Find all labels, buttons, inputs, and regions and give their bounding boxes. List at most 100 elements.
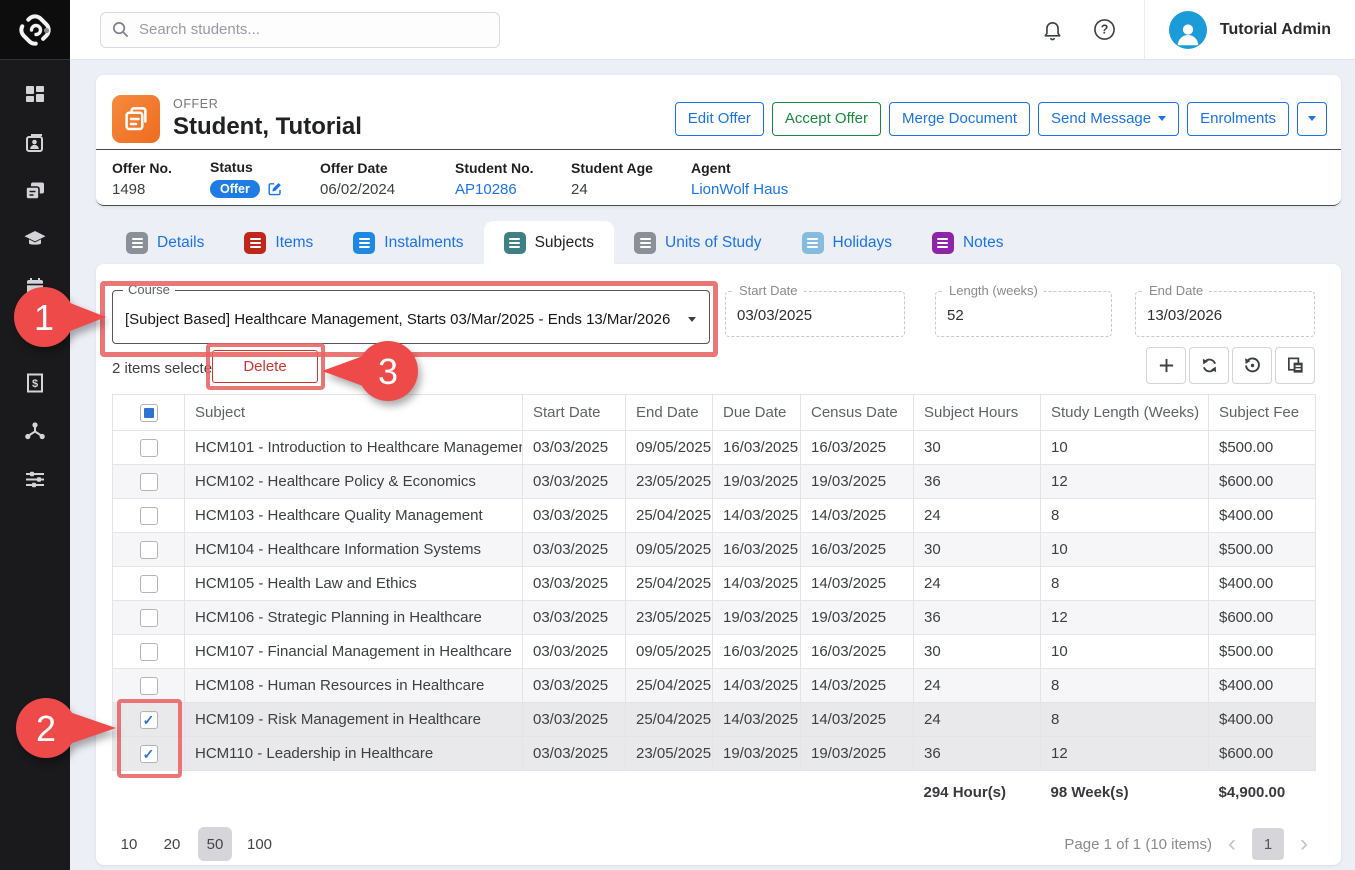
prev-page-button[interactable]: ‹: [1225, 832, 1239, 856]
row-checkbox[interactable]: [140, 473, 158, 491]
search-input[interactable]: [100, 12, 500, 48]
row-checkbox[interactable]: [140, 541, 158, 559]
row-checkbox[interactable]: [140, 711, 158, 729]
subject-cell: HCM108 - Human Resources in Healthcare: [185, 669, 523, 703]
column-header-end-date[interactable]: End Date: [626, 395, 713, 431]
row-checkbox[interactable]: [140, 507, 158, 525]
page-size-10[interactable]: 10: [112, 827, 146, 861]
page-size-100[interactable]: 100: [241, 827, 278, 861]
sidebar-item-students[interactable]: [21, 130, 49, 156]
history-button[interactable]: [1232, 347, 1272, 384]
refresh-button[interactable]: [1189, 347, 1229, 384]
tab-holidays[interactable]: Holidays: [782, 221, 912, 264]
help-button[interactable]: ?: [1092, 17, 1118, 43]
accept-offer-button[interactable]: Accept Offer: [772, 102, 881, 136]
study-length-cell: 12: [1041, 737, 1209, 771]
column-header-subject[interactable]: Subject: [185, 395, 523, 431]
tab-units-of-study[interactable]: Units of Study: [614, 221, 782, 264]
row-checkbox[interactable]: [140, 677, 158, 695]
subjects-table: SubjectStart DateEnd DateDue DateCensus …: [112, 394, 1316, 815]
sidebar-item-courses[interactable]: [21, 226, 49, 252]
page-size-20[interactable]: 20: [155, 827, 189, 861]
row-checkbox-cell: [113, 567, 185, 601]
tab-instalments[interactable]: Instalments: [333, 221, 483, 264]
census-date-cell: 19/03/2025: [801, 601, 914, 635]
subject-fee-cell: $500.00: [1209, 533, 1316, 567]
row-checkbox[interactable]: [140, 745, 158, 763]
offer-kicker: OFFER: [173, 97, 362, 111]
sidebar-item-dashboard[interactable]: [21, 82, 49, 108]
chevron-down-icon: [688, 317, 696, 322]
offer-titles: OFFER Student, Tutorial: [173, 97, 362, 141]
column-header-subject-fee[interactable]: Subject Fee: [1209, 395, 1316, 431]
add-row-button[interactable]: [1146, 347, 1186, 384]
table-row: HCM102 - Healthcare Policy & Economics03…: [113, 465, 1316, 499]
sidebar-item-invoices[interactable]: $: [21, 370, 49, 396]
pager-info: Page 1 of 1 (10 items): [1064, 836, 1212, 853]
total-weeks: 98 Week(s): [1041, 771, 1209, 815]
subject-fee-cell: $500.00: [1209, 635, 1316, 669]
merge-document-button[interactable]: Merge Document: [889, 102, 1030, 136]
lionwolf-logo-icon: [17, 12, 53, 48]
start-date-cell: 03/03/2025: [523, 669, 626, 703]
column-header-start-date[interactable]: Start Date: [523, 395, 626, 431]
tab-label: Holidays: [833, 234, 892, 252]
settings-icon: [23, 467, 47, 491]
sidebar-item-timetable[interactable]: [21, 274, 49, 300]
app-logo[interactable]: [0, 0, 70, 60]
tab-items[interactable]: Items: [224, 221, 333, 264]
row-checkbox[interactable]: [140, 439, 158, 457]
sidebar-item-offers[interactable]: [21, 178, 49, 204]
row-checkbox-cell: [113, 533, 185, 567]
column-header-subject-hours[interactable]: Subject Hours: [914, 395, 1041, 431]
select-all-checkbox[interactable]: [140, 404, 158, 422]
subject-fee-cell: $400.00: [1209, 703, 1316, 737]
tab-subjects[interactable]: Subjects: [484, 221, 614, 264]
current-page-button[interactable]: 1: [1252, 828, 1284, 860]
tab-label: Instalments: [384, 234, 463, 252]
subject-cell: HCM103 - Healthcare Quality Management: [185, 499, 523, 533]
tab-notes[interactable]: Notes: [912, 221, 1024, 264]
info-label: Student Age: [571, 160, 691, 176]
instalments-tab-icon: [353, 232, 375, 254]
column-header-census-date[interactable]: Census Date: [801, 395, 914, 431]
due-date-cell: 19/03/2025: [713, 601, 801, 635]
info-value[interactable]: LionWolf Haus: [691, 181, 891, 198]
user-name[interactable]: Tutorial Admin: [1220, 21, 1331, 39]
search-icon: [111, 20, 130, 39]
offers-icon: [23, 179, 47, 203]
info-value: 06/02/2024: [320, 181, 455, 198]
history-icon: [1243, 356, 1262, 375]
column-header-due-date[interactable]: Due Date: [713, 395, 801, 431]
status-badge: Offer: [210, 180, 260, 199]
notifications-button[interactable]: [1040, 17, 1066, 43]
sidebar-item-agents[interactable]: [21, 418, 49, 444]
offer-subjects-page: { "topbar": { "search_placeholder": "Sea…: [0, 0, 1355, 870]
info-value[interactable]: AP10286: [455, 181, 571, 198]
course-select[interactable]: Course [Subject Based] Healthcare Manage…: [112, 290, 710, 344]
more-actions-button[interactable]: [1297, 102, 1327, 136]
tab-details[interactable]: Details: [106, 221, 224, 264]
edit-offer-button[interactable]: Edit Offer: [675, 102, 764, 136]
pager-right: Page 1 of 1 (10 items) ‹ 1 ›: [1064, 828, 1311, 860]
info-value: 1498: [112, 181, 210, 198]
column-chooser-button[interactable]: [1275, 347, 1315, 384]
row-checkbox[interactable]: [140, 575, 158, 593]
subject-fee-cell: $600.00: [1209, 601, 1316, 635]
due-date-cell: 14/03/2025: [713, 499, 801, 533]
enrolments-button[interactable]: Enrolments: [1187, 102, 1289, 136]
delete-button[interactable]: Delete: [212, 350, 318, 383]
row-checkbox[interactable]: [140, 643, 158, 661]
due-date-cell: 16/03/2025: [713, 635, 801, 669]
next-page-button[interactable]: ›: [1297, 832, 1311, 856]
send-message-button[interactable]: Send Message: [1038, 102, 1179, 136]
table-row: HCM109 - Risk Management in Healthcare03…: [113, 703, 1316, 737]
column-header-study-length-weeks-[interactable]: Study Length (Weeks): [1041, 395, 1209, 431]
table-header-row: SubjectStart DateEnd DateDue DateCensus …: [113, 395, 1316, 431]
edit-status-icon[interactable]: [267, 181, 283, 197]
page-size-50[interactable]: 50: [198, 827, 232, 861]
sidebar-item-finance[interactable]: [21, 322, 49, 348]
avatar[interactable]: [1169, 11, 1207, 49]
sidebar-item-settings[interactable]: [21, 466, 49, 492]
row-checkbox[interactable]: [140, 609, 158, 627]
